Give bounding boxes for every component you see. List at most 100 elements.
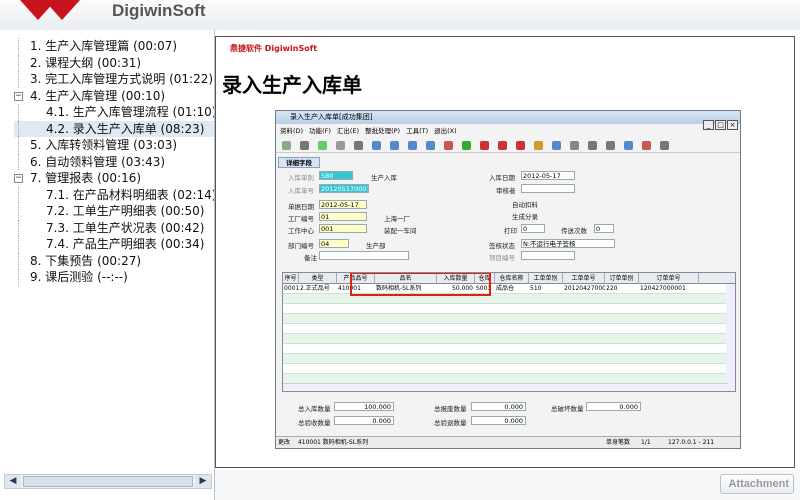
grid-cell[interactable]: 201204270001	[563, 284, 605, 294]
toolbar-button-icon[interactable]	[624, 141, 633, 150]
collapse-icon[interactable]: −	[14, 91, 23, 101]
scrap-field: 0.000	[471, 402, 526, 411]
status-count: 1/1	[641, 439, 651, 446]
print-field[interactable]: 0	[521, 224, 545, 233]
toolbar-button-icon[interactable]	[282, 141, 291, 150]
grid-column-header[interactable]: 序号	[283, 273, 299, 284]
toc-item[interactable]: 5. 入库转领料管理 (03:03)	[14, 137, 214, 154]
toolbar-button-icon[interactable]	[426, 141, 435, 150]
toc-item[interactable]: 4.2. 录入生产入库单 (08:23)	[14, 120, 214, 137]
in-date-field[interactable]: 2012-05-17	[521, 171, 575, 180]
collapse-icon[interactable]: −	[14, 174, 23, 183]
empty-row[interactable]	[283, 334, 735, 344]
sign-select[interactable]: N:不运行电子签核	[521, 239, 615, 248]
toolbar-button-icon[interactable]	[660, 141, 669, 150]
approver-field[interactable]	[521, 184, 575, 193]
toolbar-button-icon[interactable]	[534, 141, 543, 150]
toolbar-button-icon[interactable]	[408, 141, 417, 150]
menu-item[interactable]: 汇出(E)	[337, 127, 359, 135]
toc-item[interactable]: 6. 自动领料管理 (03:43)	[14, 153, 214, 170]
auto-issue-checkbox[interactable]: 自动扣料	[512, 199, 538, 209]
grid-vertical-scrollbar[interactable]	[726, 284, 735, 391]
toolbar-button-icon[interactable]	[642, 141, 651, 150]
empty-row[interactable]	[283, 304, 735, 314]
proj-field[interactable]	[521, 251, 575, 260]
tab-detail-fields[interactable]: 详细字段	[278, 157, 320, 168]
print-label: 打印	[504, 227, 517, 235]
grid-column-header[interactable]: 类型	[299, 273, 337, 284]
toc-item[interactable]: 7.1. 在产品材料明细表 (02:14)	[14, 186, 214, 203]
empty-row[interactable]	[283, 364, 735, 374]
plant-name: 上海一厂	[384, 215, 410, 223]
slide-title: 录入生产入库单	[222, 73, 362, 97]
grid-column-header[interactable]: 仓库名称	[495, 273, 529, 284]
toc-item[interactable]: 9. 课后测验 (--:--)	[14, 269, 214, 286]
toolbar-button-icon[interactable]	[570, 141, 579, 150]
toc-item[interactable]: −4. 生产入库管理 (00:10)	[14, 88, 214, 105]
toolbar-button-icon[interactable]	[462, 141, 471, 150]
scroll-left-icon[interactable]: ◀	[5, 475, 21, 488]
gen-split-checkbox[interactable]: 生成分录	[512, 211, 538, 221]
toolbar-button-icon[interactable]	[300, 141, 309, 150]
scroll-right-icon[interactable]: ▶	[195, 475, 211, 488]
toolbar-button-icon[interactable]	[606, 141, 615, 150]
grid-column-header[interactable]: 订单单号	[639, 273, 699, 284]
grid-column-header[interactable]: 订单单别	[605, 273, 639, 284]
grid-column-header[interactable]: 工单单别	[529, 273, 563, 284]
toc-sidebar: 1. 生产入库管理篇 (00:07) 2. 课程大纲 (00:31) 3. 完工入库…	[0, 30, 215, 500]
menu-item[interactable]: 资料(D)	[280, 127, 303, 135]
toc-item[interactable]: 4.1. 生产入库管理流程 (01:10)	[14, 104, 214, 121]
menu-item[interactable]: 退出(X)	[434, 127, 457, 135]
toc-item[interactable]: 3. 完工入库管理方式说明 (01:22)	[14, 71, 214, 88]
scroll-thumb[interactable]	[23, 476, 193, 487]
grid-cell[interactable]: 220	[605, 284, 639, 294]
grid-cell[interactable]: 成品仓	[495, 284, 529, 294]
toolbar-button-icon[interactable]	[444, 141, 453, 150]
toolbar-button-icon[interactable]	[480, 141, 489, 150]
dept-name: 生产部	[366, 242, 386, 250]
menu-item[interactable]: 功能(F)	[309, 127, 331, 135]
send-field[interactable]: 0	[594, 224, 614, 233]
toc-item[interactable]: −7. 管理报表 (00:16)	[14, 170, 214, 187]
toc-item[interactable]: 1. 生产入库管理篇 (00:07)	[14, 38, 214, 55]
toc-item[interactable]: 2. 课程大纲 (00:31)	[14, 54, 214, 71]
empty-row[interactable]	[283, 314, 735, 324]
toolbar-button-icon[interactable]	[318, 141, 327, 150]
toolbar-button-icon[interactable]	[372, 141, 381, 150]
grid-column-header[interactable]: 工单单号	[563, 273, 605, 284]
grid-cell[interactable]: 120427000001	[639, 284, 699, 294]
toc-item[interactable]: 7.4. 产品生产明细表 (00:34)	[14, 236, 214, 253]
grid-cell[interactable]: 0001	[283, 284, 299, 294]
toc-item-label: 1. 生产入库管理篇 (00:07)	[30, 39, 178, 53]
menu-item[interactable]: 工具(T)	[406, 127, 428, 135]
toolbar-button-icon[interactable]	[588, 141, 597, 150]
sign-label: 签核状态	[489, 242, 515, 250]
toolbar-button-icon[interactable]	[498, 141, 507, 150]
doc-no-field[interactable]: 201205170001	[319, 184, 369, 193]
dept-field[interactable]: 04	[319, 239, 349, 248]
toc-horizontal-scrollbar[interactable]: ◀ ▶	[4, 474, 212, 489]
toolbar-button-icon[interactable]	[354, 141, 363, 150]
empty-row[interactable]	[283, 344, 735, 354]
doc-type-field[interactable]: 580	[319, 171, 353, 180]
toc-item[interactable]: 8. 下集预告 (00:27)	[14, 252, 214, 269]
toolbar-button-icon[interactable]	[336, 141, 345, 150]
toolbar-button-icon[interactable]	[552, 141, 561, 150]
toc-item[interactable]: 7.3. 工单生产状况表 (00:42)	[14, 219, 214, 236]
status-item: 410001 数码相机-SL系列	[297, 439, 369, 446]
toolbar-button-icon[interactable]	[516, 141, 525, 150]
empty-row[interactable]	[283, 324, 735, 334]
attachment-button[interactable]: Attachment	[720, 474, 794, 494]
note-field[interactable]	[319, 251, 409, 260]
empty-row[interactable]	[283, 354, 735, 364]
doc-date-field[interactable]: 2012-05-17	[319, 200, 367, 209]
grid-cell[interactable]: 510	[529, 284, 563, 294]
menu-item[interactable]: 整批处理(P)	[365, 127, 400, 135]
wc-field[interactable]: 001	[319, 224, 367, 233]
doc-date-label: 单据日期	[288, 203, 314, 211]
plant-field[interactable]: 01	[319, 212, 367, 221]
toc-item[interactable]: 7.2. 工单生产明细表 (00:50)	[14, 203, 214, 220]
toolbar-button-icon[interactable]	[390, 141, 399, 150]
grid-horizontal-scrollbar[interactable]	[283, 383, 728, 391]
grid-cell[interactable]: 2.正式品号	[299, 284, 337, 294]
